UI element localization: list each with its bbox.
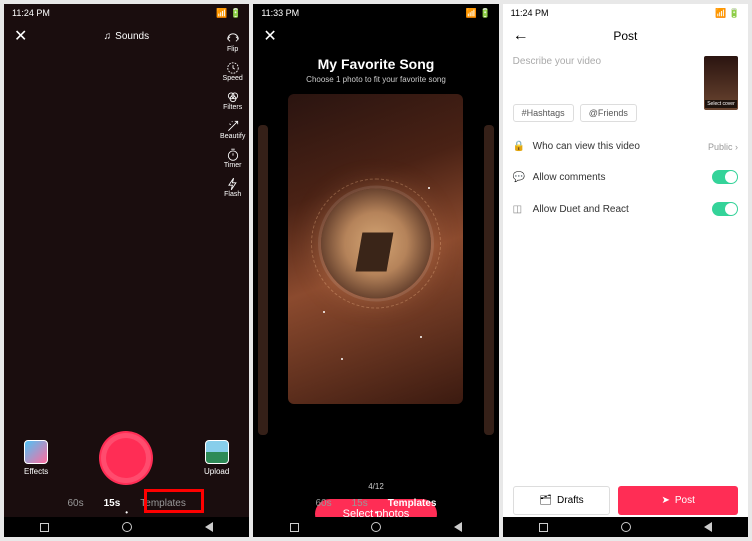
- screen-post: 11:24 PM 📶 🔋 ← Post Describe your video …: [503, 4, 748, 537]
- description-input[interactable]: Describe your video: [513, 56, 601, 98]
- android-nav: [503, 517, 748, 537]
- flash-icon: [224, 179, 242, 189]
- tags-row: #Hashtags @Friends: [503, 104, 748, 122]
- comments-label: Allow comments: [533, 172, 606, 183]
- music-icon: ♫: [104, 31, 112, 42]
- privacy-label: Who can view this video: [533, 141, 640, 152]
- mode-indicator: •: [253, 508, 498, 517]
- close-icon[interactable]: ✕: [14, 26, 27, 46]
- page-indicator: 4/12: [368, 482, 384, 491]
- template-title: My Favorite Song: [318, 56, 435, 72]
- comments-toggle[interactable]: [712, 170, 738, 184]
- template-preview[interactable]: [288, 94, 463, 404]
- nav-back-icon[interactable]: [205, 522, 213, 532]
- status-icons: 📶 🔋: [715, 8, 740, 19]
- close-icon[interactable]: ✕: [263, 26, 276, 46]
- lock-icon: 🔒: [513, 141, 525, 152]
- hashtags-button[interactable]: #Hashtags: [513, 104, 574, 122]
- nav-back-icon[interactable]: [704, 522, 712, 532]
- screen-record: 11:24 PM 📶 🔋 ✕ ♫ Sounds Flip Speed Filte…: [4, 4, 249, 537]
- side-toolbar: Flip Speed Filters Beautify Timer Flash: [220, 34, 245, 198]
- speed-icon: [224, 63, 242, 73]
- upload-icon: [205, 440, 229, 464]
- effects-button[interactable]: Effects: [24, 440, 48, 476]
- duet-toggle[interactable]: [712, 202, 738, 216]
- template-body: My Favorite Song Choose 1 photo to fit y…: [253, 50, 498, 537]
- sounds-button[interactable]: ♫ Sounds: [104, 31, 149, 42]
- flip-tool[interactable]: Flip: [224, 34, 242, 53]
- duet-label: Allow Duet and React: [533, 204, 629, 215]
- send-icon: ➤: [661, 495, 669, 506]
- drafts-button[interactable]: 🗂Drafts: [513, 486, 611, 515]
- post-button[interactable]: ➤Post: [618, 486, 738, 515]
- top-bar: ✕ ♫ Sounds: [4, 22, 249, 50]
- bottom-row: Effects Upload: [4, 433, 249, 483]
- beautify-icon: [224, 121, 242, 131]
- filters-tool[interactable]: Filters: [223, 92, 242, 111]
- page-title: Post: [513, 29, 738, 43]
- beautify-tool[interactable]: Beautify: [220, 121, 245, 140]
- description-area: Describe your video Select cover: [503, 50, 748, 104]
- template-subtitle: Choose 1 photo to fit your favorite song: [306, 75, 446, 84]
- android-nav: [4, 517, 249, 537]
- cover-thumbnail[interactable]: Select cover: [704, 56, 738, 110]
- prev-template[interactable]: [258, 125, 268, 435]
- comments-row: 💬 Allow comments: [503, 161, 748, 193]
- nav-home-icon[interactable]: [621, 522, 631, 532]
- status-time: 11:33 PM: [261, 8, 299, 18]
- nav-recent-icon[interactable]: [290, 523, 299, 532]
- drafts-icon: 🗂: [539, 495, 552, 506]
- post-header: ← Post: [503, 22, 748, 50]
- status-time: 11:24 PM: [12, 8, 50, 18]
- status-bar: 11:33 PM 📶 🔋: [253, 4, 498, 22]
- nav-home-icon[interactable]: [371, 522, 381, 532]
- android-nav: [253, 517, 498, 537]
- nav-recent-icon[interactable]: [539, 523, 548, 532]
- flip-icon: [224, 34, 242, 44]
- mode-indicator: •: [4, 508, 249, 517]
- template-artwork: [321, 189, 431, 299]
- friends-button[interactable]: @Friends: [580, 104, 637, 122]
- status-icons: 📶 🔋: [466, 8, 491, 19]
- next-template[interactable]: [484, 125, 494, 435]
- nav-back-icon[interactable]: [454, 522, 462, 532]
- duet-icon: ◫: [513, 204, 525, 215]
- privacy-value: Public ›: [708, 142, 738, 152]
- status-icons: 📶 🔋: [216, 8, 241, 19]
- upload-button[interactable]: Upload: [204, 440, 229, 476]
- record-button[interactable]: [101, 433, 151, 483]
- flash-tool[interactable]: Flash: [224, 179, 242, 198]
- nav-recent-icon[interactable]: [40, 523, 49, 532]
- duet-row: ◫ Allow Duet and React: [503, 193, 748, 225]
- comment-icon: 💬: [513, 172, 525, 183]
- post-actions: 🗂Drafts ➤Post: [503, 486, 748, 515]
- screen-template: 11:33 PM 📶 🔋 ✕ My Favorite Song Choose 1…: [253, 4, 498, 537]
- timer-tool[interactable]: Timer: [224, 150, 242, 169]
- status-bar: 11:24 PM 📶 🔋: [4, 4, 249, 22]
- privacy-row[interactable]: 🔒 Who can view this video Public ›: [503, 132, 748, 161]
- speed-tool[interactable]: Speed: [223, 63, 243, 82]
- effects-icon: [24, 440, 48, 464]
- nav-home-icon[interactable]: [122, 522, 132, 532]
- timer-icon: [224, 150, 242, 160]
- status-time: 11:24 PM: [511, 8, 549, 18]
- sounds-label: Sounds: [115, 31, 149, 42]
- status-bar: 11:24 PM 📶 🔋: [503, 4, 748, 22]
- top-bar: ✕: [253, 22, 498, 50]
- filters-icon: [224, 92, 242, 102]
